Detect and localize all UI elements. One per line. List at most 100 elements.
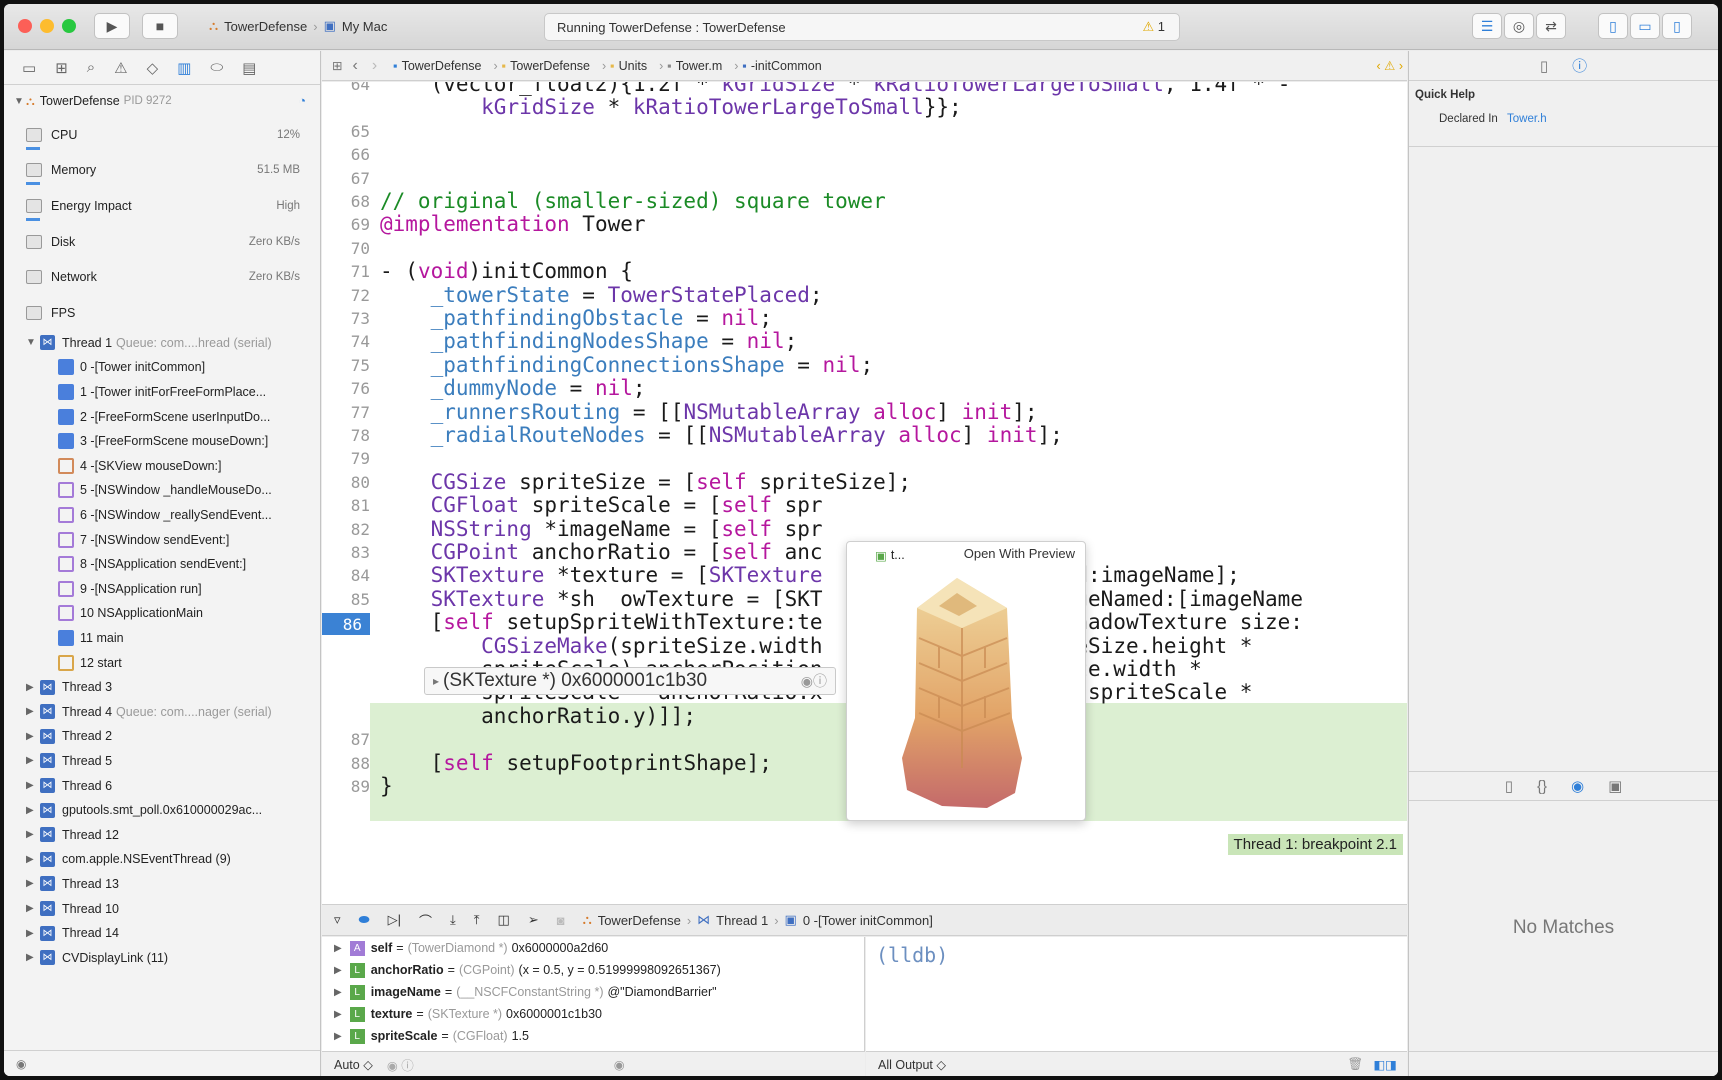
thread-row[interactable]: ▶ ⋈ Thread 2 [4, 724, 320, 749]
thread-row-1[interactable]: ▼ ⋈ Thread 1 Queue: com....hread (serial… [4, 331, 320, 356]
thread-row[interactable]: ▶ ⋈ Thread 5 [4, 749, 320, 774]
scheme-selector[interactable]: ⛬ TowerDefense › ▣ My Mac [209, 14, 387, 38]
gauge-disk[interactable]: Disk Zero KB/s [4, 224, 320, 260]
stack-frame[interactable]: 12 start [4, 650, 320, 675]
thread-row[interactable]: ▶ ⋈ Thread 10 [4, 896, 320, 921]
stack-frame[interactable]: 8 -[NSApplication sendEvent:] [4, 552, 320, 577]
related-items-icon[interactable]: ⊞ [332, 58, 342, 73]
forward-icon[interactable]: › [372, 57, 377, 75]
gauge-network[interactable]: Network Zero KB/s [4, 259, 320, 295]
breadcrumb-item[interactable]: ▪ Units [610, 59, 647, 73]
symbol-icon[interactable]: ⊞ [55, 59, 68, 77]
stack-frame[interactable]: 2 -[FreeFormScene userInputDo... [4, 404, 320, 429]
disclosure-closed-icon[interactable]: ▶ [26, 755, 40, 766]
process-row[interactable]: ▼ ⛬ TowerDefense PID 9272 ◔ [4, 85, 320, 117]
gauge-memory[interactable]: Memory 51.5 MB [4, 153, 320, 189]
thread-row[interactable]: ▶ ⋈ Thread 4 Queue: com....nager (serial) [4, 699, 320, 724]
stack-frame[interactable]: 3 -[FreeFormScene mouseDown:] [4, 429, 320, 454]
toggle-utilities-button[interactable]: ▯ [1662, 13, 1692, 39]
thread-row[interactable]: ▶ ⋈ Thread 3 [4, 675, 320, 700]
thread-row[interactable]: ▶ ⋈ Thread 12 [4, 822, 320, 847]
stack-frame[interactable]: 10 NSApplicationMain [4, 601, 320, 626]
disclosure-closed-icon[interactable]: ▶ [334, 987, 342, 998]
stack-frame[interactable]: 0 -[Tower initCommon] [4, 355, 320, 380]
library-filter-bar[interactable] [1409, 1051, 1718, 1076]
stack-frame[interactable]: 4 -[SKView mouseDown:] [4, 454, 320, 479]
thread-row[interactable]: ▶ ⋈ com.apple.NSEventThread (9) [4, 847, 320, 872]
eye-icon[interactable]: ◉ ⓘ [387, 1055, 414, 1074]
standard-editor-button[interactable]: ☰ [1472, 13, 1502, 39]
disclosure-closed-icon[interactable]: ▶ [26, 682, 40, 693]
disclosure-closed-icon[interactable]: ▶ [334, 1031, 342, 1042]
thread-row[interactable]: ▶ ⋈ Thread 6 [4, 773, 320, 798]
stack-frame[interactable]: 6 -[NSWindow _reallySendEvent... [4, 503, 320, 528]
debug-process[interactable]: TowerDefense [598, 913, 681, 928]
breakpoints-toggle-icon[interactable]: ⬬ [359, 912, 370, 928]
back-icon[interactable]: ‹ [352, 57, 357, 75]
disclosure-closed-icon[interactable]: ▶ [26, 805, 40, 816]
disclosure-closed-icon[interactable]: ▶ [26, 731, 40, 742]
continue-icon[interactable]: ▷| [388, 912, 401, 928]
output-selector[interactable]: All Output ◇ [878, 1057, 946, 1072]
minimize-window-button[interactable] [40, 19, 54, 33]
console-view[interactable]: (lldb) [866, 937, 1407, 1051]
stack-frame[interactable]: 1 -[Tower initForFreeFormPlace... [4, 380, 320, 405]
jumpbar-warning-icon[interactable]: ‹ ⚠ › [1377, 58, 1403, 73]
code-snippet-icon[interactable]: {} [1537, 778, 1547, 795]
thread-row[interactable]: ▶ ⋈ Thread 14 [4, 921, 320, 946]
search-icon[interactable]: ⌕ [87, 59, 95, 76]
thread-row[interactable]: ▶ ⋈ CVDisplayLink (11) [4, 945, 320, 970]
media-library-icon[interactable]: ▣ [1608, 777, 1622, 795]
debug-frame[interactable]: 0 -[Tower initCommon] [803, 913, 933, 928]
breakpoint-icon[interactable]: ⬭ [210, 59, 223, 76]
navigator-filter-bar[interactable]: ◉ [4, 1050, 320, 1076]
disclosure-closed-icon[interactable]: ▶ [334, 943, 342, 954]
breadcrumb-item[interactable]: ▪ Tower.m [667, 59, 722, 73]
disclosure-open-icon[interactable]: ▼ [26, 337, 40, 348]
gauge-cpu[interactable]: CPU 12% [4, 117, 320, 153]
folder-icon[interactable]: ▭ [22, 59, 36, 77]
run-button[interactable]: ▶ [94, 13, 130, 39]
debug-thread[interactable]: Thread 1 [716, 913, 768, 928]
disclosure-closed-icon[interactable]: ▶ [26, 878, 40, 889]
quicklook-icon[interactable]: ◉ⓘ [801, 671, 827, 691]
disclosure-icon[interactable]: ▸ [433, 674, 439, 688]
thread-row[interactable]: ▶ ⋈ gputools.smt_poll.0x610000029ac... [4, 798, 320, 823]
step-over-icon[interactable]: ⌒ [419, 911, 432, 930]
variable-row[interactable]: ▶ LspriteScale = (CGFloat) 1.5 [322, 1025, 864, 1047]
location-icon[interactable]: ➢ [528, 912, 539, 928]
declared-in-link[interactable]: Tower.h [1507, 113, 1547, 125]
file-template-icon[interactable]: ▯ [1505, 777, 1513, 795]
disclosure-closed-icon[interactable]: ▶ [26, 854, 40, 865]
toggle-navigator-button[interactable]: ▯ [1598, 13, 1628, 39]
breadcrumb-item[interactable]: ▪ TowerDefense [502, 59, 590, 73]
step-into-icon[interactable]: ⤓ [450, 912, 456, 928]
variable-row[interactable]: ▶ LanchorRatio = (CGPoint) (x = 0.5, y = 0.5… [322, 959, 864, 981]
debug-icon[interactable]: ▥ [177, 59, 191, 77]
thread-row[interactable]: ▶ ⋈ Thread 13 [4, 872, 320, 897]
stack-frame[interactable]: 5 -[NSWindow _handleMouseDo... [4, 478, 320, 503]
stack-frame[interactable]: 11 main [4, 626, 320, 651]
quick-help-icon[interactable]: ⓘ [1572, 55, 1587, 76]
stack-frame[interactable]: 9 -[NSApplication run] [4, 577, 320, 602]
gauge-fps[interactable]: FPS [4, 295, 320, 331]
camera-icon[interactable]: ◙ [557, 913, 565, 928]
report-icon[interactable]: ▤ [242, 59, 256, 77]
test-icon[interactable]: ◇ [147, 59, 159, 77]
process-info-icon[interactable]: ◔ [298, 94, 306, 108]
disclosure-closed-icon[interactable]: ▶ [26, 952, 40, 963]
stop-button[interactable]: ■ [142, 13, 178, 39]
variable-row[interactable]: ▶ Aself = (TowerDiamond *) 0x6000000a2d60 [322, 937, 864, 959]
disclosure-closed-icon[interactable]: ▶ [26, 706, 40, 717]
split-view-icon[interactable]: ◧◨ [1373, 1057, 1397, 1072]
disclosure-closed-icon[interactable]: ▶ [26, 780, 40, 791]
version-editor-button[interactable]: ⇄ [1536, 13, 1566, 39]
toggle-debug-area-button[interactable]: ▭ [1630, 13, 1660, 39]
disclosure-closed-icon[interactable]: ▶ [26, 829, 40, 840]
stack-frame[interactable]: 7 -[NSWindow sendEvent:] [4, 527, 320, 552]
zoom-window-button[interactable] [62, 19, 76, 33]
hide-debug-area-icon[interactable]: ▿ [334, 912, 341, 928]
object-library-icon[interactable]: ◉ [1571, 777, 1584, 795]
disclosure-closed-icon[interactable]: ▶ [334, 965, 342, 976]
disclosure-closed-icon[interactable]: ▶ [26, 928, 40, 939]
